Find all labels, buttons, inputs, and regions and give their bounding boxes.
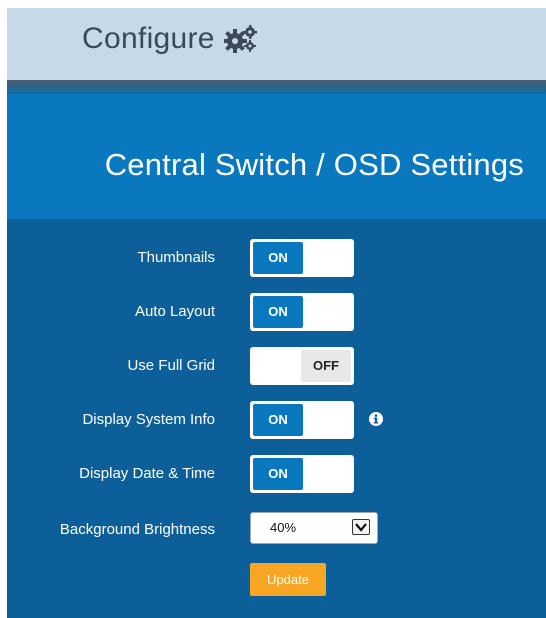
thumbnails-toggle[interactable]: ON xyxy=(250,239,354,277)
page-title: Configure xyxy=(82,22,258,56)
toggle-state: ON xyxy=(253,296,303,328)
setting-row-background-brightness: Background Brightness 40% xyxy=(7,510,546,550)
toggle-state: ON xyxy=(253,404,303,436)
auto-layout-toggle[interactable]: ON xyxy=(250,293,354,331)
header-bar: Configure xyxy=(7,8,546,80)
toggle-state: ON xyxy=(253,458,303,490)
setting-label: Display System Info xyxy=(82,411,215,428)
setting-row-display-system-info: Display System Info ON xyxy=(7,400,546,440)
display-date-time-toggle[interactable]: ON xyxy=(250,455,354,493)
setting-label: Auto Layout xyxy=(134,303,215,320)
setting-label: Use Full Grid xyxy=(127,357,215,374)
page-title-text: Configure xyxy=(82,22,215,55)
selected-value: 40% xyxy=(270,520,297,535)
toggle-state: ON xyxy=(253,242,303,274)
use-full-grid-toggle[interactable]: OFF xyxy=(250,347,354,385)
toggle-state: OFF xyxy=(301,350,351,382)
update-button[interactable]: Update xyxy=(250,563,326,596)
panel-title: Central Switch / OSD Settings xyxy=(104,147,524,182)
setting-label: Display Date & Time xyxy=(79,465,215,482)
settings-panel-header: Central Switch / OSD Settings xyxy=(7,94,546,219)
header-divider xyxy=(7,80,546,94)
setting-label: Thumbnails xyxy=(137,249,215,266)
setting-row-thumbnails: Thumbnails ON xyxy=(7,238,546,278)
display-system-info-toggle[interactable]: ON xyxy=(250,401,354,439)
configure-page: Configure Central Switch / OSD Settings … xyxy=(7,8,546,618)
info-icon[interactable] xyxy=(369,412,383,426)
setting-row-auto-layout: Auto Layout ON xyxy=(7,292,546,332)
setting-label: Background Brightness xyxy=(59,521,215,538)
chevron-down-icon xyxy=(352,519,370,535)
setting-row-use-full-grid: Use Full Grid OFF xyxy=(7,346,546,386)
gears-icon xyxy=(222,25,258,53)
setting-row-display-date-time: Display Date & Time ON xyxy=(7,454,546,494)
background-brightness-select[interactable]: 40% xyxy=(250,512,378,544)
